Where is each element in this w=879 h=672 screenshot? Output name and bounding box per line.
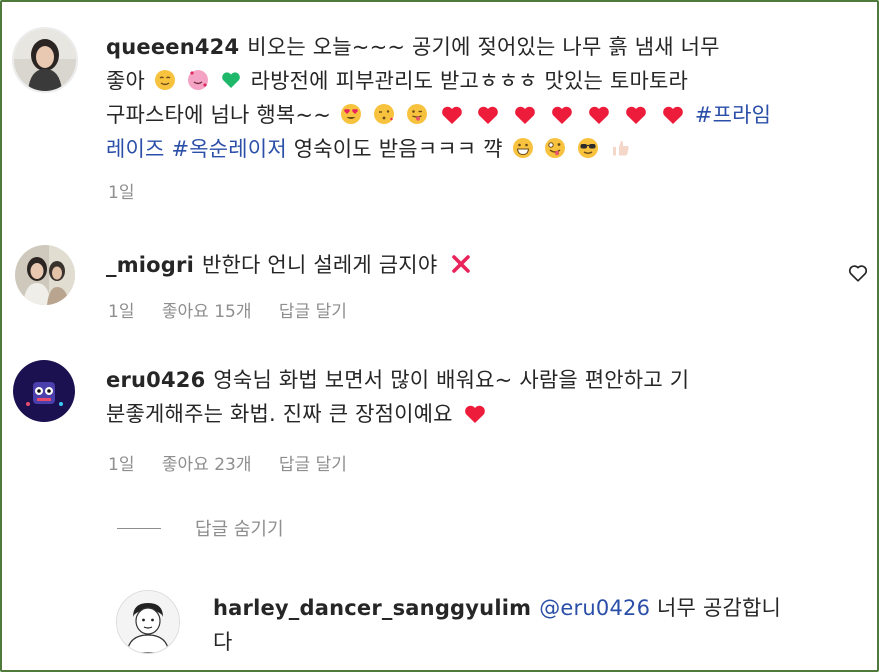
comment-meta: 1일 좋아요 23개 답글 달기 bbox=[108, 450, 369, 475]
comment-text: eru0426 영숙님 화법 보면서 많이 배워요~ 사람을 편안하고 기 분좋게… bbox=[106, 368, 690, 426]
comment-time: 1일 bbox=[108, 183, 135, 203]
grinning-face-icon bbox=[512, 138, 533, 158]
comment-time: 1일 bbox=[108, 455, 135, 475]
reply-username[interactable]: harley_dancer_sanggyulim bbox=[213, 596, 531, 620]
avatar[interactable] bbox=[116, 590, 180, 654]
hashtag-link[interactable]: #옥순레이저 bbox=[171, 137, 286, 161]
red-heart-icon bbox=[626, 106, 646, 124]
red-heart-icon bbox=[589, 106, 609, 124]
winking-tongue-face-icon bbox=[406, 104, 427, 124]
sunglasses-face-icon bbox=[578, 138, 599, 158]
heart-outline-icon[interactable] bbox=[847, 262, 869, 284]
red-heart-icon bbox=[441, 106, 462, 124]
divider-line bbox=[117, 527, 161, 529]
comment-time: 1일 bbox=[108, 302, 135, 322]
avatar[interactable] bbox=[13, 360, 75, 422]
red-heart-icon bbox=[552, 106, 573, 124]
mention-link[interactable]: @eru0426 bbox=[539, 596, 650, 620]
zany-face-icon bbox=[545, 138, 566, 158]
green-heart-icon bbox=[221, 72, 240, 88]
comment-text: queeen424 비오는 오늘~~~ 공기에 젖어있는 나무 흙 냄새 너무 좋… bbox=[106, 35, 772, 161]
heart-eyes-face-icon bbox=[340, 104, 361, 124]
hashtag-link[interactable]: #프라임 bbox=[695, 103, 771, 127]
comment-username[interactable]: _miogri bbox=[106, 253, 194, 277]
reply-button[interactable]: 답글 달기 bbox=[279, 302, 347, 322]
comment-meta: 1일 좋아요 15개 답글 달기 bbox=[108, 297, 369, 322]
hashtag-link[interactable]: 레이즈 bbox=[106, 137, 165, 161]
likes-count[interactable]: 좋아요 15개 bbox=[162, 302, 252, 322]
likes-count[interactable]: 좋아요 23개 bbox=[162, 455, 252, 475]
hide-replies-button[interactable]: 답글 숨기기 bbox=[117, 515, 284, 541]
comment-text: _miogri 반한다 언니 설레게 금지야 bbox=[106, 248, 806, 282]
hide-replies-label[interactable]: 답글 숨기기 bbox=[195, 515, 284, 541]
comment-meta: 1일 bbox=[108, 178, 156, 203]
smiling-face-with-hearts-icon bbox=[187, 70, 208, 90]
red-heart-icon bbox=[478, 106, 499, 124]
avatar[interactable] bbox=[15, 245, 75, 305]
avatar[interactable] bbox=[12, 27, 78, 93]
relieved-face-icon bbox=[154, 70, 175, 90]
comment-username[interactable]: queeen424 bbox=[106, 35, 239, 59]
thumbs-up-icon bbox=[613, 141, 629, 156]
cross-mark-icon bbox=[452, 255, 471, 273]
reply-button[interactable]: 답글 달기 bbox=[279, 455, 347, 475]
comment-username[interactable]: eru0426 bbox=[106, 368, 205, 392]
red-heart-icon bbox=[663, 106, 683, 124]
red-heart-icon bbox=[464, 405, 485, 423]
face-blowing-kiss-icon bbox=[373, 104, 394, 124]
red-heart-icon bbox=[515, 106, 536, 124]
reply-text: harley_dancer_sanggyulim @eru0426 너무 공감합니… bbox=[213, 596, 782, 654]
